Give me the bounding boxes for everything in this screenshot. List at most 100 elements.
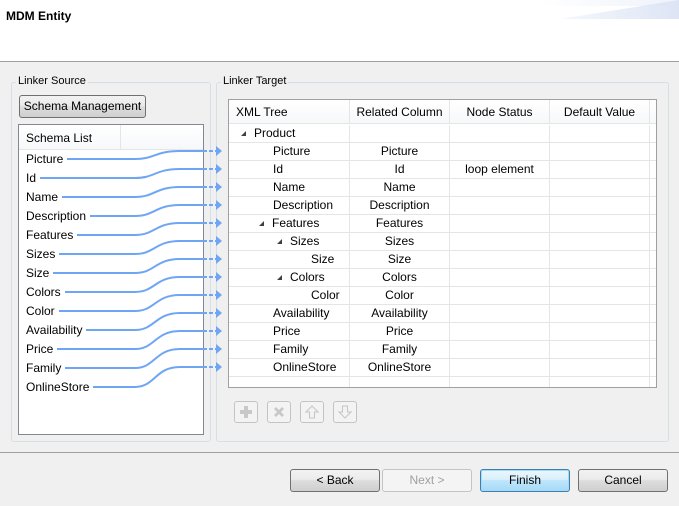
- xml-tree-cell[interactable]: Colors: [229, 269, 350, 287]
- column-header-default-value[interactable]: Default Value: [550, 100, 650, 124]
- schema-list-item[interactable]: Id: [26, 169, 36, 188]
- related-column-cell[interactable]: Sizes: [350, 233, 450, 251]
- related-column-cell[interactable]: Availability: [350, 305, 450, 323]
- table-row[interactable]: Description Description: [229, 197, 656, 215]
- xml-tree-cell[interactable]: Price: [229, 323, 350, 341]
- move-down-button[interactable]: [333, 401, 357, 423]
- schema-list-item[interactable]: Size: [26, 264, 49, 283]
- default-value-cell[interactable]: [550, 197, 650, 215]
- default-value-cell[interactable]: [550, 179, 650, 197]
- schema-list-item[interactable]: Features: [26, 226, 73, 245]
- table-row[interactable]: OnlineStore OnlineStore: [229, 359, 656, 377]
- default-value-cell[interactable]: [550, 161, 650, 179]
- related-column-cell[interactable]: Size: [350, 251, 450, 269]
- default-value-cell[interactable]: [550, 269, 650, 287]
- node-status-cell[interactable]: [450, 143, 550, 161]
- xml-tree-cell[interactable]: Sizes: [229, 233, 350, 251]
- expand-toggle-icon[interactable]: [277, 239, 282, 244]
- node-status-cell[interactable]: [450, 341, 550, 359]
- column-header-related-column[interactable]: Related Column: [350, 100, 450, 124]
- node-status-cell[interactable]: [450, 233, 550, 251]
- finish-button[interactable]: Finish: [480, 469, 570, 492]
- table-row[interactable]: Sizes Sizes: [229, 233, 656, 251]
- schema-list-item[interactable]: Picture: [26, 150, 63, 169]
- xml-tree-cell[interactable]: Availability: [229, 305, 350, 323]
- xml-tree-cell[interactable]: Picture: [229, 143, 350, 161]
- column-header-xml-tree[interactable]: XML Tree: [229, 100, 350, 124]
- column-header-node-status[interactable]: Node Status: [450, 100, 550, 124]
- xml-tree-cell[interactable]: Features: [229, 215, 350, 233]
- schema-list-item[interactable]: Sizes: [26, 245, 55, 264]
- xml-tree-cell[interactable]: Product: [229, 125, 350, 143]
- schema-list-item[interactable]: Price: [26, 340, 53, 359]
- node-status-cell[interactable]: loop element: [450, 161, 550, 179]
- xml-tree-cell[interactable]: Description: [229, 197, 350, 215]
- table-row[interactable]: Size Size: [229, 251, 656, 269]
- cancel-button[interactable]: Cancel: [578, 469, 668, 492]
- xml-tree-cell[interactable]: Name: [229, 179, 350, 197]
- default-value-cell[interactable]: [550, 233, 650, 251]
- related-column-cell[interactable]: Color: [350, 287, 450, 305]
- default-value-cell[interactable]: [550, 251, 650, 269]
- schema-list-item[interactable]: Description: [26, 207, 86, 226]
- delete-button[interactable]: [267, 401, 291, 423]
- schema-management-button[interactable]: Schema Management: [19, 95, 146, 118]
- expand-toggle-icon[interactable]: [259, 221, 264, 226]
- table-row[interactable]: Colors Colors: [229, 269, 656, 287]
- related-column-cell[interactable]: Family: [350, 341, 450, 359]
- add-button[interactable]: [234, 401, 258, 423]
- node-status-cell[interactable]: [450, 251, 550, 269]
- back-button[interactable]: < Back: [290, 469, 380, 492]
- node-status-cell[interactable]: [450, 197, 550, 215]
- table-row[interactable]: Family Family: [229, 341, 656, 359]
- table-row[interactable]: Color Color: [229, 287, 656, 305]
- node-status-cell[interactable]: [450, 287, 550, 305]
- default-value-cell[interactable]: [550, 215, 650, 233]
- schema-list-item[interactable]: Color: [26, 302, 55, 321]
- related-column-cell[interactable]: Id: [350, 161, 450, 179]
- table-row[interactable]: Name Name: [229, 179, 656, 197]
- schema-list-item[interactable]: Name: [26, 188, 58, 207]
- node-status-cell[interactable]: [450, 179, 550, 197]
- table-row[interactable]: Price Price: [229, 323, 656, 341]
- schema-list-item[interactable]: Colors: [26, 283, 61, 302]
- node-status-cell[interactable]: [450, 323, 550, 341]
- related-column-cell[interactable]: Price: [350, 323, 450, 341]
- node-status-cell[interactable]: [450, 269, 550, 287]
- related-column-cell[interactable]: Picture: [350, 143, 450, 161]
- related-column-cell[interactable]: OnlineStore: [350, 359, 450, 377]
- related-column-cell[interactable]: Colors: [350, 269, 450, 287]
- node-status-cell[interactable]: [450, 215, 550, 233]
- move-up-button[interactable]: [300, 401, 324, 423]
- xml-tree-cell[interactable]: Id: [229, 161, 350, 179]
- default-value-cell[interactable]: [550, 359, 650, 377]
- default-value-cell[interactable]: [550, 287, 650, 305]
- xml-tree-cell[interactable]: Color: [229, 287, 350, 305]
- expand-toggle-icon[interactable]: [277, 275, 282, 280]
- schema-list-item[interactable]: Family: [26, 359, 61, 378]
- related-column-cell[interactable]: Description: [350, 197, 450, 215]
- default-value-cell[interactable]: [550, 323, 650, 341]
- xml-tree-table[interactable]: XML Tree Related Column Node Status Defa…: [228, 99, 657, 388]
- table-row[interactable]: Id Id loop element: [229, 161, 656, 179]
- related-column-cell[interactable]: [350, 125, 450, 143]
- default-value-cell[interactable]: [550, 341, 650, 359]
- node-status-cell[interactable]: [450, 125, 550, 143]
- expand-toggle-icon[interactable]: [241, 131, 246, 136]
- node-status-cell[interactable]: [450, 305, 550, 323]
- xml-tree-cell[interactable]: Family: [229, 341, 350, 359]
- default-value-cell[interactable]: [550, 305, 650, 323]
- next-button[interactable]: Next >: [382, 469, 472, 492]
- table-row[interactable]: Availability Availability: [229, 305, 656, 323]
- related-column-cell[interactable]: Name: [350, 179, 450, 197]
- xml-tree-cell[interactable]: Size: [229, 251, 350, 269]
- default-value-cell[interactable]: [550, 143, 650, 161]
- default-value-cell[interactable]: [550, 125, 650, 143]
- xml-tree-cell[interactable]: OnlineStore: [229, 359, 350, 377]
- column-separator[interactable]: [120, 125, 121, 149]
- schema-list-header[interactable]: Schema List: [19, 125, 203, 150]
- table-row[interactable]: Picture Picture: [229, 143, 656, 161]
- table-row[interactable]: Product: [229, 125, 656, 143]
- schema-list-item[interactable]: OnlineStore: [26, 378, 89, 397]
- table-row[interactable]: Features Features: [229, 215, 656, 233]
